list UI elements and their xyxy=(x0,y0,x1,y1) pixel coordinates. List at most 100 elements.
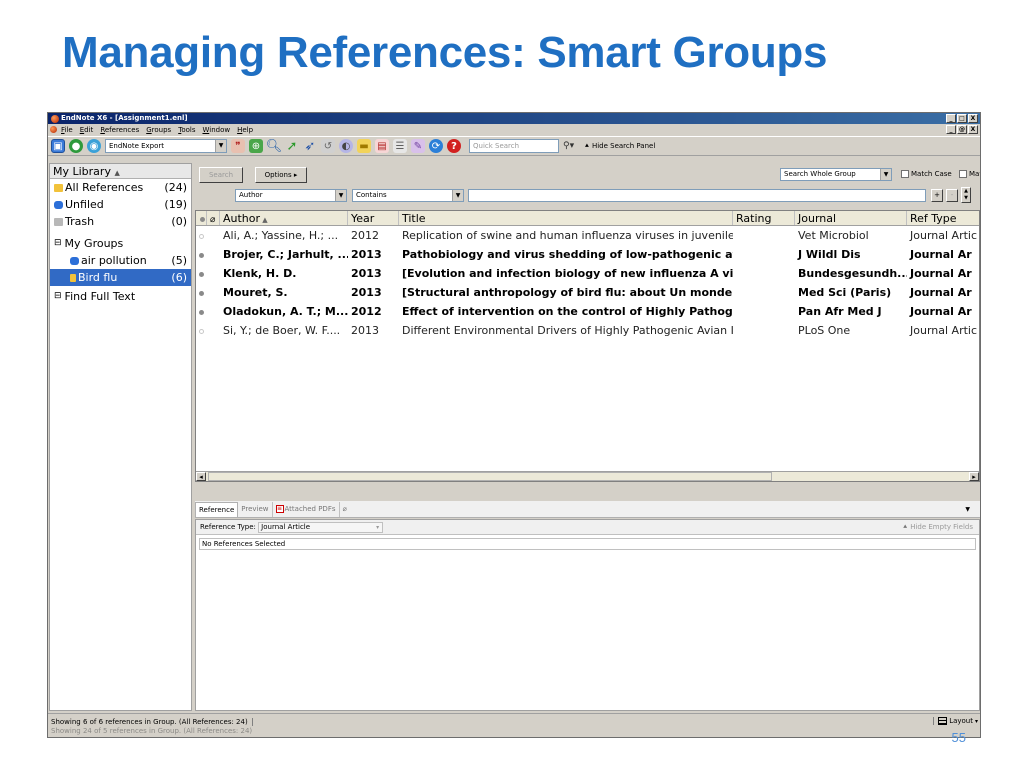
online-search-mode-icon[interactable]: ● xyxy=(69,139,83,153)
table-row[interactable]: Si, Y.; de Boer, W. F.... 2013 Different… xyxy=(196,321,979,340)
tab-reference[interactable]: Reference xyxy=(195,502,239,517)
layout-button[interactable]: Layout ▾ xyxy=(933,717,978,725)
open-folder-icon[interactable]: ▬ xyxy=(357,139,371,153)
menu-file[interactable]: File xyxy=(61,126,73,134)
sync-icon[interactable]: ⟳ xyxy=(429,139,443,153)
online-search-icon[interactable]: ⊕ xyxy=(249,139,263,153)
reference-tabs: Reference Preview ≡ Attached PDFs ⌀ ▼ xyxy=(195,501,980,518)
output-style-select[interactable]: EndNote Export ▼ xyxy=(105,139,227,153)
read-icon xyxy=(199,329,204,334)
read-status-icon xyxy=(200,217,205,222)
search-operator-select[interactable]: Contains ▼ xyxy=(352,189,464,202)
search-rows-spinner[interactable]: ▲ ▼ xyxy=(961,187,971,203)
sidebar-item-bird-flu[interactable]: Bird flu (6) xyxy=(50,269,191,286)
reference-type-select[interactable]: Journal Article ▾ xyxy=(258,521,384,533)
sidebar-item-unfiled[interactable]: Unfiled (19) xyxy=(50,196,191,213)
table-row[interactable]: Ali, A.; Yassine, H.; ... 2012 Replicati… xyxy=(196,226,979,245)
output-style-value: EndNote Export xyxy=(109,142,165,150)
insert-citation-icon[interactable]: ❞ xyxy=(231,139,245,153)
close-button[interactable]: X xyxy=(968,114,978,123)
help-icon[interactable]: ? xyxy=(447,139,461,153)
table-row[interactable]: Oladokun, A. T.; M... 2012 Effect of int… xyxy=(196,302,979,321)
paperclip-icon: ⌀ xyxy=(210,215,216,225)
search-field-select[interactable]: Author ▼ xyxy=(235,189,347,202)
sidebar-my-groups[interactable]: ⊟ My Groups xyxy=(50,235,191,252)
chevron-down-icon: ▾ xyxy=(376,523,380,531)
read-status-cell xyxy=(196,226,207,245)
attach-file-button[interactable]: ⌀ xyxy=(340,502,350,517)
sidebar-find-full-text[interactable]: ⊟ Find Full Text xyxy=(50,288,191,305)
tab-preview[interactable]: Preview xyxy=(238,502,273,517)
menu-window[interactable]: Window xyxy=(202,126,230,134)
column-header-rating[interactable]: Rating xyxy=(733,211,795,225)
sidebar-item-air-pollution[interactable]: air pollution (5) xyxy=(50,252,191,269)
match-words-checkbox[interactable]: Match Words xyxy=(959,170,980,178)
edit-library-icon[interactable]: ✎ xyxy=(411,139,425,153)
attachment-cell xyxy=(207,321,220,340)
options-button[interactable]: Options ▸ xyxy=(255,167,307,183)
read-status-cell xyxy=(196,321,207,340)
maximize-button[interactable]: □ xyxy=(957,114,967,123)
table-row[interactable]: Mouret, S. 2013 [Structural anthropology… xyxy=(196,283,979,302)
column-header-year[interactable]: Year xyxy=(348,211,399,225)
remove-search-row-button[interactable]: - xyxy=(946,189,958,202)
local-library-mode-icon[interactable]: ▣ xyxy=(51,139,65,153)
menu-help[interactable]: Help xyxy=(237,126,253,134)
read-status-cell xyxy=(196,245,207,264)
table-row[interactable]: Klenk, H. D. 2013 [Evolution and infecti… xyxy=(196,264,979,283)
column-header-author[interactable]: Author ▲ xyxy=(220,211,348,225)
attachment-cell xyxy=(207,264,220,283)
hide-empty-fields-button[interactable]: ⯅ Hide Empty Fields xyxy=(902,520,973,535)
doc-minimize-button[interactable]: _ xyxy=(946,125,956,134)
year-cell: 2013 xyxy=(351,248,382,261)
reference-list: ⌀ Author ▲ Year Title Rating Journal Ref… xyxy=(195,210,980,482)
find-full-text-icon[interactable]: ◐ xyxy=(339,139,353,153)
quick-search-input[interactable]: Quick Search xyxy=(469,139,559,153)
panel-menu-button[interactable]: ▼ xyxy=(965,502,970,517)
scroll-right-icon[interactable]: ▸ xyxy=(969,472,979,481)
integrated-library-mode-icon[interactable]: ◉ xyxy=(87,139,101,153)
column-header-title[interactable]: Title xyxy=(399,211,733,225)
reference-type-row: Reference Type: Journal Article ▾ ⯅ Hide… xyxy=(196,520,979,535)
window-titlebar[interactable]: EndNote X6 - [Assignment1.enl] _ □ X xyxy=(48,113,980,124)
journal-cell: Vet Microbiol xyxy=(798,229,869,242)
title-cell: Effect of intervention on the control of… xyxy=(402,305,733,318)
import-icon[interactable]: ➚ xyxy=(285,139,299,154)
read-status-column[interactable] xyxy=(196,211,207,225)
chevron-down-icon: ▼ xyxy=(335,190,346,201)
horizontal-scrollbar[interactable]: ◂ ▸ xyxy=(196,471,979,481)
tab-attached-pdfs[interactable]: ≡ Attached PDFs xyxy=(273,502,340,517)
unfiled-icon xyxy=(54,200,63,209)
match-case-checkbox[interactable]: Match Case xyxy=(901,170,952,178)
new-reference-icon[interactable]: ▤ xyxy=(375,139,389,153)
search-button[interactable]: Search xyxy=(199,167,243,183)
sidebar-item-trash[interactable]: Trash (0) xyxy=(50,213,191,230)
my-library-header[interactable]: My Library ▲ xyxy=(50,164,191,179)
column-header-journal[interactable]: Journal xyxy=(795,211,907,225)
sort-ascending-icon: ▲ xyxy=(260,216,268,224)
table-row[interactable]: Brojer, C.; Jarhult, ... 2013 Pathobiolo… xyxy=(196,245,979,264)
find-icon[interactable]: 🔍︎ xyxy=(266,139,283,154)
format-bibliography-icon[interactable]: ☰ xyxy=(393,139,407,153)
sidebar-item-all-references[interactable]: All References (24) xyxy=(50,179,191,196)
hide-search-panel-button[interactable]: ⯅ Hide Search Panel xyxy=(584,142,655,151)
minimize-button[interactable]: _ xyxy=(946,114,956,123)
menu-tools[interactable]: Tools xyxy=(178,126,195,134)
column-header-ref-type[interactable]: Ref Type xyxy=(907,211,979,225)
scroll-left-icon[interactable]: ◂ xyxy=(196,472,206,481)
search-icon[interactable]: ⚲▾ xyxy=(563,141,574,151)
doc-restore-button[interactable]: @ xyxy=(957,125,967,134)
export-icon[interactable]: ➶ xyxy=(303,139,317,154)
doc-close-button[interactable]: X xyxy=(968,125,978,134)
add-search-row-button[interactable]: + xyxy=(931,189,943,202)
menu-references[interactable]: References xyxy=(100,126,139,134)
attachment-column[interactable]: ⌀ xyxy=(207,211,220,225)
menu-edit[interactable]: Edit xyxy=(80,126,94,134)
slide-number: 55 xyxy=(951,730,966,745)
menu-groups[interactable]: Groups xyxy=(146,126,171,134)
search-scope-select[interactable]: Search Whole Group ▼ xyxy=(780,168,892,181)
search-value-input[interactable] xyxy=(468,189,926,202)
scrollbar-thumb[interactable] xyxy=(208,472,772,481)
unread-icon xyxy=(199,291,204,296)
open-link-icon[interactable]: ↺ xyxy=(321,139,335,153)
